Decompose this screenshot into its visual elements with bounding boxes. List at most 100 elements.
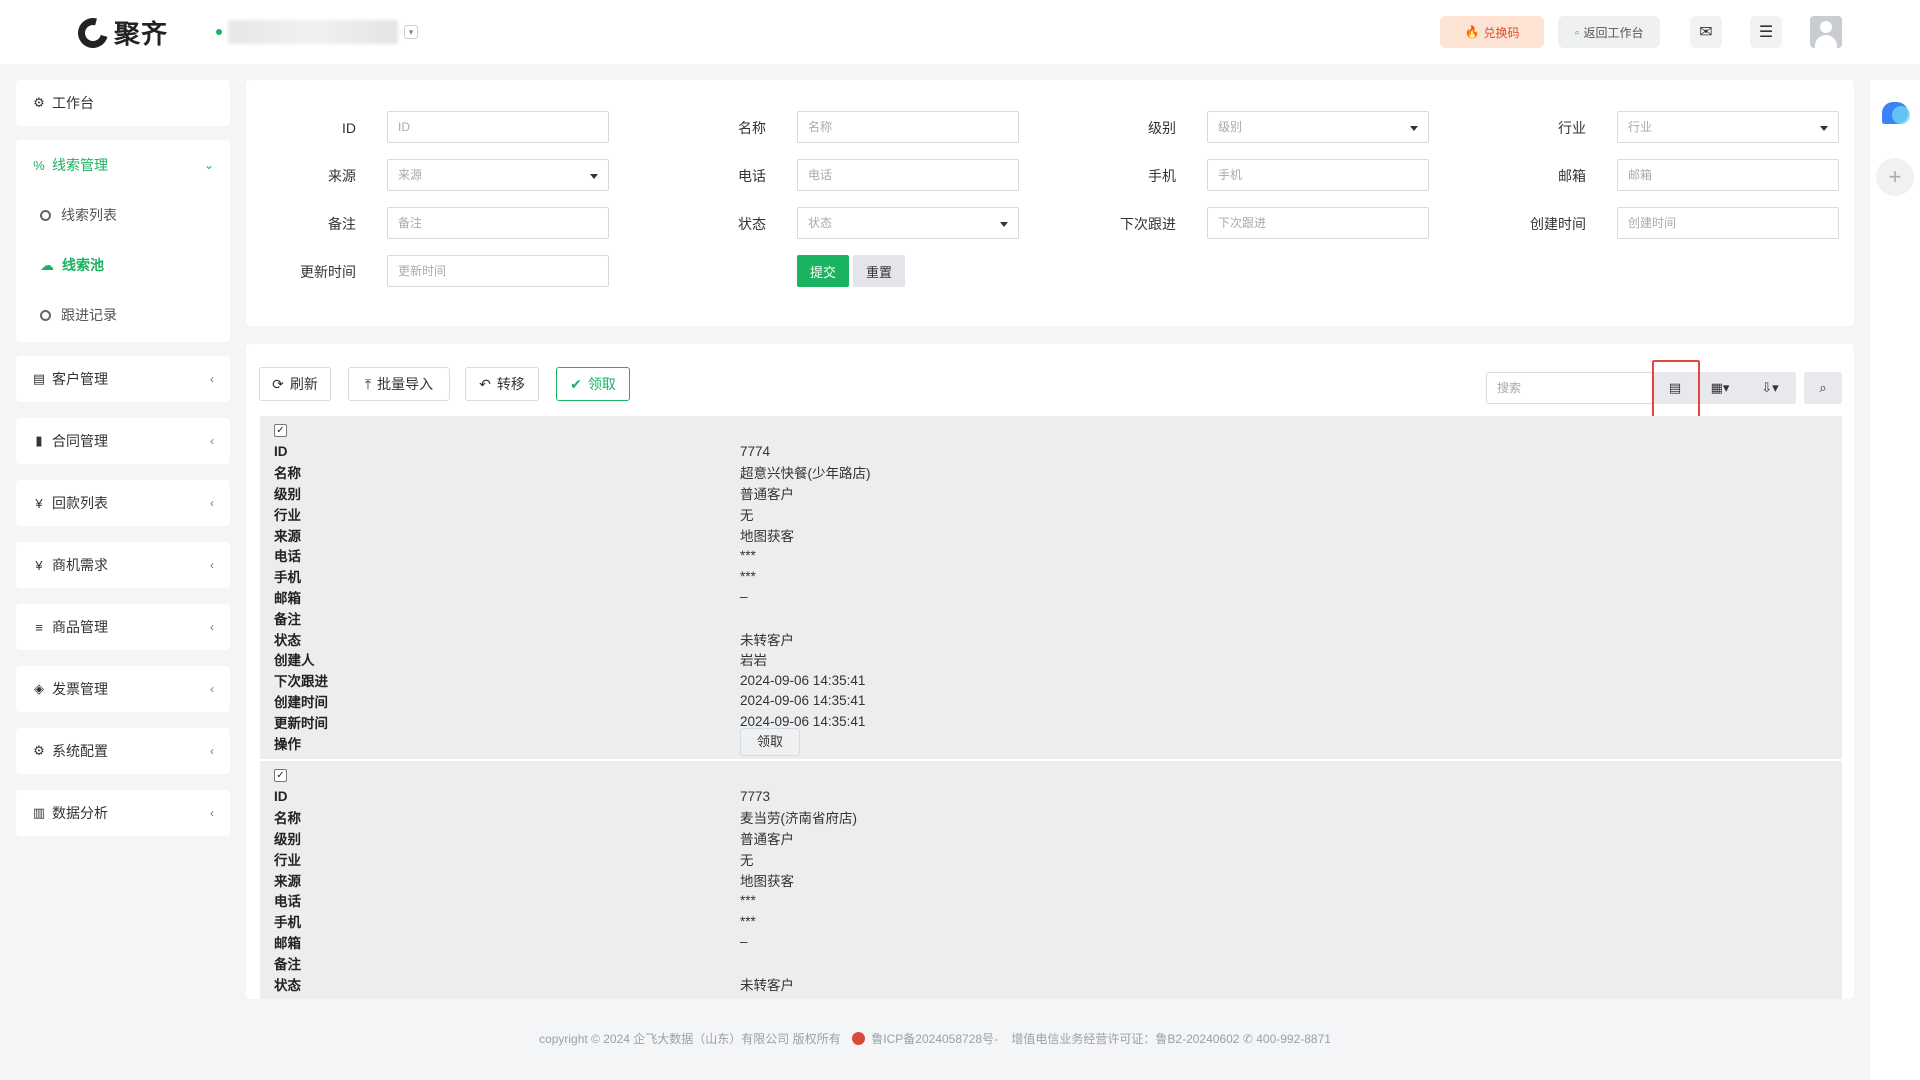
record-field-row: 备注 [274, 952, 1828, 973]
bar-chart-icon: ▥ [32, 805, 46, 820]
field-label: 邮箱 [274, 590, 301, 606]
status-select[interactable]: 状态 [797, 207, 1019, 239]
user-avatar[interactable] [1810, 16, 1842, 48]
record-field-row: 级别 普通客户 [274, 828, 1828, 849]
field-label: 备注 [274, 956, 301, 972]
menu-icon[interactable]: ☰ [1750, 16, 1782, 48]
field-value: *** [740, 892, 756, 908]
filter-label-level: 级别 [1148, 120, 1176, 136]
yen-icon: ¥ [35, 495, 43, 511]
field-value: 普通客户 [740, 831, 794, 847]
license-text: 增值电信业务经营许可证：鲁B2-20240602 [1011, 1032, 1240, 1046]
field-label: ID [274, 443, 288, 459]
sidebar-item-system-config[interactable]: ⚙ 系统配置 ‹ [16, 728, 230, 774]
phone-input[interactable]: 电话 [797, 159, 1019, 191]
field-label: 手机 [274, 915, 301, 931]
yen-icon: ¥ [35, 557, 43, 573]
claim-button[interactable]: ✔ 领取 [556, 367, 630, 401]
caret-down-icon[interactable]: ▾ [404, 25, 418, 39]
id-input[interactable]: ID [387, 111, 609, 143]
field-value: 无 [740, 852, 754, 868]
next-follow-input[interactable]: 下次跟进 [1207, 207, 1429, 239]
filter-label-phone: 电话 [738, 168, 766, 184]
organization-switcher[interactable]: ▾ [216, 20, 418, 44]
record-field-row: 更新时间 2024-09-06 14:35:41 [274, 711, 1828, 732]
organization-name-blurred [228, 20, 398, 44]
filter-label-industry: 行业 [1558, 120, 1586, 136]
filter-label-created: 创建时间 [1530, 216, 1586, 232]
email-input[interactable]: 邮箱 [1617, 159, 1839, 191]
row-checkbox[interactable]: ✓ [274, 768, 287, 782]
mobile-input[interactable]: 手机 [1207, 159, 1429, 191]
search-button[interactable]: ⌕ [1804, 372, 1842, 404]
sidebar-subitem-follow-records[interactable]: 跟进记录 [16, 290, 230, 340]
sidebar-subitem-lead-list[interactable]: 线索列表 [16, 190, 230, 240]
record-field-row: 备注 [274, 607, 1828, 628]
app-logo[interactable]: 聚齐 [72, 12, 168, 53]
percent-icon: % [33, 157, 45, 173]
table-search-input[interactable]: 搜索 [1486, 372, 1654, 404]
sidebar-group-card: ⚙ 系统配置 ‹ [16, 728, 230, 774]
sidebar-item-payments[interactable]: ¥ 回款列表 ‹ [16, 480, 230, 526]
field-value: 7773 [740, 788, 771, 804]
filter-label-email: 邮箱 [1558, 168, 1586, 184]
field-label: 来源 [274, 873, 301, 889]
logo-icon [72, 12, 114, 53]
reset-button[interactable]: 重置 [853, 255, 905, 287]
field-label: 创建时间 [274, 694, 328, 710]
source-select[interactable]: 来源 [387, 159, 609, 191]
claim-row-button[interactable]: 领取 [740, 727, 800, 756]
batch-import-button[interactable]: ⤒ 批量导入 [348, 367, 450, 401]
filter-label-remark: 备注 [328, 216, 356, 232]
name-input[interactable]: 名称 [797, 111, 1019, 143]
export-dropdown-button[interactable]: ⇩▾ [1744, 372, 1796, 404]
sidebar-item-invoices[interactable]: ◈ 发票管理 ‹ [16, 666, 230, 712]
online-dot-icon [216, 29, 222, 35]
sidebar-workbench-card: ⚙ 工作台 [16, 80, 230, 126]
export-icon: ⇩▾ [1761, 380, 1779, 395]
chevron-left-icon: ‹ [210, 744, 214, 758]
record-field-row: 创建时间 2024-09-06 14:35:41 [274, 691, 1828, 712]
refresh-button[interactable]: ⟳ 刷新 [259, 367, 331, 401]
field-label: 行业 [274, 852, 301, 868]
sidebar-item-contracts[interactable]: ▮ 合同管理 ‹ [16, 418, 230, 464]
dashboard-icon: ⚙ [33, 95, 45, 110]
chat-icon[interactable] [1882, 102, 1910, 124]
sidebar-item-workbench[interactable]: ⚙ 工作台 [16, 80, 230, 126]
record-field-row: ID 7773 [274, 786, 1828, 807]
sidebar-item-opportunities[interactable]: ¥ 商机需求 ‹ [16, 542, 230, 588]
industry-select[interactable]: 行业 [1617, 111, 1839, 143]
card-view-list: ✓ ID 7774 名称 超意兴快餐(少年路店) 级别 普通客户 行业无来源 地图获客 电话 ***… [260, 416, 1842, 999]
sidebar-item-products[interactable]: ≡ 商品管理 ‹ [16, 604, 230, 650]
remark-input[interactable]: 备注 [387, 207, 609, 239]
redeem-code-button[interactable]: 🔥 兑换码 [1440, 16, 1544, 48]
field-value: 未转客户 [740, 632, 794, 648]
filter-label-name: 名称 [738, 120, 766, 136]
back-to-workbench-button[interactable]: ⌕ 返回工作台 [1558, 16, 1660, 48]
sidebar-group-card: ▮ 合同管理 ‹ [16, 418, 230, 464]
sidebar-item-leads[interactable]: % 线索管理 ⌄ [16, 140, 230, 190]
field-label: 邮箱 [274, 935, 301, 951]
submit-button[interactable]: 提交 [797, 255, 849, 287]
add-icon[interactable]: + [1876, 158, 1914, 196]
sidebar-item-analytics[interactable]: ▥ 数据分析 ‹ [16, 790, 230, 836]
field-label: 电话 [274, 894, 301, 910]
sidebar-group-card: ≡ 商品管理 ‹ [16, 604, 230, 650]
filter-row: 备注 备注 状态 状态 下次跟进 下次跟进 创建时间 创建时间 [246, 207, 1854, 241]
created-time-input[interactable]: 创建时间 [1617, 207, 1839, 239]
sidebar-item-customers[interactable]: ▤ 客户管理 ‹ [16, 356, 230, 402]
record-field-row: 来源 地图获客 [274, 524, 1828, 545]
mail-icon[interactable]: ✉ [1690, 16, 1722, 48]
level-select[interactable]: 级别 [1207, 111, 1429, 143]
transfer-button[interactable]: ↶ 转移 [465, 367, 539, 401]
row-checkbox[interactable]: ✓ [274, 424, 287, 437]
icp-link[interactable]: 鲁ICP备2024058728号- [871, 1032, 998, 1046]
id-card-icon: ▤ [32, 371, 46, 386]
record-card: ✓ ID 7773 名称 麦当劳(济南省府店) 级别 普通客户 行业无来源 地图获客 电话 *** 手… [260, 760, 1842, 999]
chevron-left-icon: ‹ [210, 620, 214, 634]
field-label: 级别 [274, 486, 301, 502]
columns-dropdown-button[interactable]: ▦▾ [1696, 372, 1744, 404]
sidebar-subitem-lead-pool[interactable]: ☁ 线索池 [16, 240, 230, 290]
record-field-row: 状态 未转客户 [274, 973, 1828, 994]
updated-time-input[interactable]: 更新时间 [387, 255, 609, 287]
